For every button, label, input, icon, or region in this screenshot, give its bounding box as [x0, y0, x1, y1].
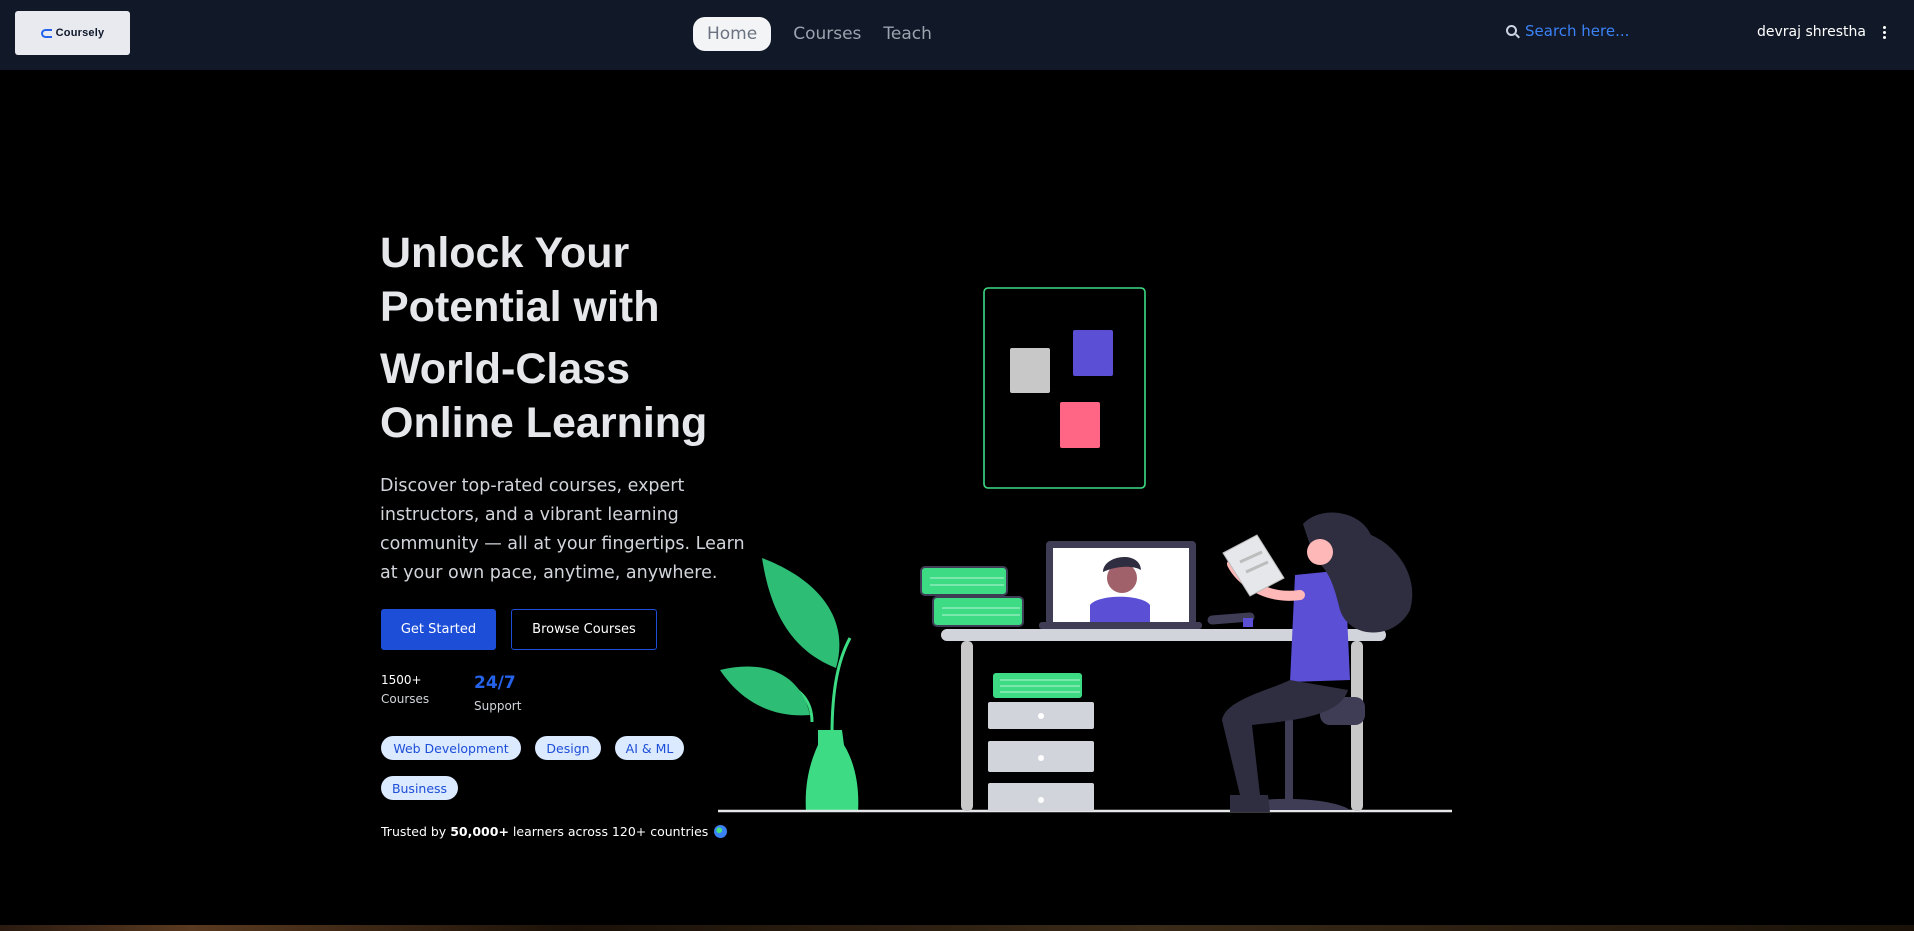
stat-support-label: Support [474, 699, 522, 713]
hero-title-line: World-Class [380, 345, 631, 393]
plant-illustration [720, 558, 859, 812]
books-illustration [920, 566, 1024, 627]
logo-button[interactable]: Coursely [15, 11, 130, 55]
trusted-prefix: Trusted by [381, 824, 447, 839]
hero-illustration [718, 287, 1452, 813]
nav-link-home[interactable]: Home [693, 17, 772, 51]
top-navbar: Coursely Home Courses Teach devraj shres… [0, 0, 1914, 70]
nav-link-courses[interactable]: Courses [793, 17, 861, 51]
user-menu: devraj shrestha [1757, 24, 1889, 40]
hero-title-line: Unlock Your [380, 229, 630, 277]
trusted-suffix: learners across 120+ countries [512, 824, 709, 839]
tag-web-development[interactable]: Web Development [381, 736, 521, 760]
nav-link-teach[interactable]: Teach [883, 17, 932, 51]
tag-business[interactable]: Business [381, 776, 458, 800]
laptop-illustration [1039, 541, 1202, 629]
globe-icon [714, 825, 728, 838]
stat-courses-label: Courses [381, 692, 430, 706]
hero-title-line: Online Learning [380, 399, 708, 447]
logo-icon [40, 28, 52, 38]
trusted-by-text: Trusted by 50,000+ learners across 120+ … [381, 824, 728, 839]
trusted-count: 50,000+ [450, 824, 509, 839]
user-name[interactable]: devraj shrestha [1757, 24, 1866, 40]
tag-design[interactable]: Design [535, 736, 601, 760]
hero-title-line: Potential with [380, 283, 660, 331]
person-illustration [1207, 512, 1413, 812]
kebab-menu-icon[interactable] [1880, 25, 1889, 40]
logo-text: Coursely [55, 27, 105, 39]
next-section-preview [0, 925, 1914, 931]
tag-ai-ml[interactable]: AI & ML [615, 736, 684, 760]
hero-description: Discover top-rated courses, expert instr… [380, 476, 745, 583]
hero-title: Unlock Your Potential with World-Class O… [380, 226, 760, 450]
wall-frame-illustration [983, 287, 1146, 489]
browse-courses-button[interactable]: Browse Courses [511, 609, 657, 650]
search-icon [1506, 24, 1520, 38]
get-started-button[interactable]: Get Started [381, 609, 496, 650]
search-bar [1506, 22, 1715, 40]
search-input[interactable] [1525, 22, 1715, 40]
main-nav: Home Courses Teach [693, 17, 932, 51]
stat-support-value: 24/7 [474, 673, 516, 693]
stat-courses-value: 1500+ [381, 673, 422, 687]
